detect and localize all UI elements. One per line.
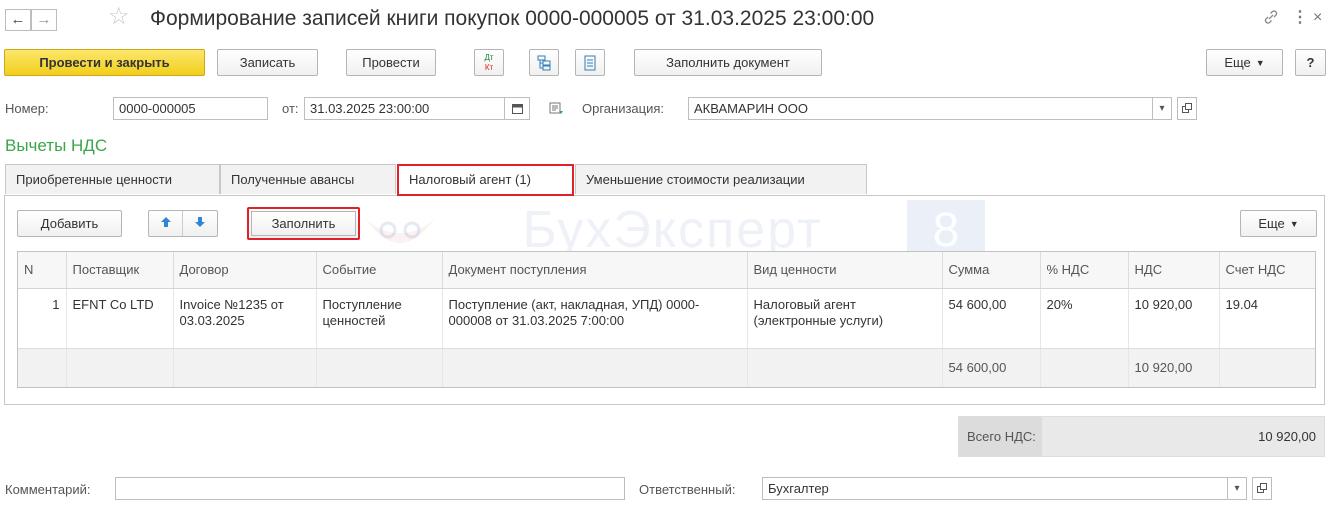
cell-n: 1 <box>18 288 67 349</box>
fill-button[interactable]: Заполнить <box>251 211 356 236</box>
help-button[interactable]: ? <box>1295 49 1326 76</box>
number-label: Номер: <box>5 101 49 116</box>
move-down-button[interactable] <box>183 211 217 236</box>
col-header-supplier[interactable]: Поставщик <box>66 252 174 289</box>
footer-vat: 10 920,00 <box>1128 348 1220 387</box>
organization-label: Организация: <box>582 101 665 116</box>
more-vertical-icon[interactable]: ⋮ <box>1292 9 1308 27</box>
add-row-button[interactable]: Добавить <box>17 210 122 237</box>
calendar-button[interactable] <box>504 97 530 120</box>
document-history-icon[interactable] <box>549 102 565 119</box>
tab-tax-agent[interactable]: Налоговый агент (1) <box>397 164 574 196</box>
post-and-close-button[interactable]: Провести и закрыть <box>4 49 205 76</box>
col-header-kind[interactable]: Вид ценности <box>747 252 943 289</box>
date-label: от: <box>282 101 299 116</box>
arrow-up-icon <box>160 217 171 227</box>
dt-kt-button[interactable]: Дт Кт <box>474 49 504 76</box>
page-title: Формирование записей книги покупок 0000-… <box>150 7 875 30</box>
table-more-button[interactable]: Еще ▼ <box>1240 210 1317 237</box>
section-title: Вычеты НДС <box>5 136 108 155</box>
total-vat-value: 10 920,00 <box>1258 429 1316 444</box>
arrow-right-icon: → <box>36 11 52 28</box>
arrow-down-icon <box>195 217 205 227</box>
arrow-left-icon: ← <box>10 11 26 28</box>
cell-supplier: EFNT Co LTD <box>66 288 174 349</box>
report-button[interactable] <box>575 49 605 76</box>
cell-vat: 10 920,00 <box>1128 288 1220 349</box>
organization-dropdown-button[interactable]: ▾ <box>1152 97 1172 120</box>
footer-sum: 54 600,00 <box>942 348 1041 387</box>
cell-vat-account: 19.04 <box>1219 288 1315 349</box>
cell-contract: Invoice №1235 от 03.03.2025 <box>173 288 317 349</box>
move-buttons <box>148 210 218 237</box>
structure-button[interactable] <box>529 49 559 76</box>
save-button[interactable]: Записать <box>217 49 318 76</box>
total-vat-label: Всего НДС: <box>967 429 1036 444</box>
fill-button-highlight: Заполнить <box>247 207 360 240</box>
col-header-n[interactable]: N <box>18 252 67 289</box>
cell-event: Поступление ценностей <box>316 288 443 349</box>
tab-received-advances[interactable]: Полученные авансы <box>220 164 396 194</box>
open-icon <box>1182 103 1192 113</box>
table-more-label: Еще <box>1258 216 1285 231</box>
move-up-button[interactable] <box>149 211 183 236</box>
number-field[interactable]: 0000-000005 <box>113 97 268 120</box>
chevron-down-icon: ▼ <box>1289 219 1299 229</box>
chevron-down-icon: ▾ <box>1234 483 1240 494</box>
comment-input[interactable] <box>115 477 625 500</box>
chevron-down-icon: ▼ <box>1255 58 1265 68</box>
table-row[interactable]: 1 EFNT Co LTD Invoice №1235 от 03.03.202… <box>18 288 1315 349</box>
fill-document-button[interactable]: Заполнить документ <box>634 49 822 76</box>
link-icon[interactable] <box>1263 9 1279 30</box>
col-header-vat-rate[interactable]: % НДС <box>1040 252 1129 289</box>
dt-kt-icon: Дт Кт <box>484 53 494 72</box>
organization-field[interactable]: АКВАМАРИН ООО <box>688 97 1153 120</box>
hierarchy-icon <box>537 55 551 71</box>
more-label: Еще <box>1224 55 1251 70</box>
tab-acquired-values[interactable]: Приобретенные ценности <box>5 164 220 194</box>
tab-sales-value-reduction[interactable]: Уменьшение стоимости реализации <box>575 164 867 194</box>
responsible-open-button[interactable] <box>1252 477 1272 500</box>
open-icon <box>1257 483 1267 493</box>
cell-vat-rate: 20% <box>1040 288 1129 349</box>
comment-label: Комментарий: <box>5 482 91 497</box>
close-icon[interactable]: × <box>1313 9 1322 27</box>
post-button[interactable]: Провести <box>346 49 436 76</box>
col-header-vat[interactable]: НДС <box>1128 252 1220 289</box>
responsible-label: Ответственный: <box>639 482 736 497</box>
col-header-contract[interactable]: Договор <box>173 252 317 289</box>
favorite-star-icon[interactable]: ☆ <box>108 4 130 30</box>
cell-document: Поступление (акт, накладная, УПД) 0000-0… <box>442 288 748 349</box>
responsible-field[interactable]: Бухгалтер <box>762 477 1228 500</box>
chevron-down-icon: ▾ <box>1159 103 1165 114</box>
back-button[interactable]: ← <box>5 9 31 31</box>
total-vat-box: Всего НДС: 10 920,00 <box>958 416 1325 457</box>
more-button[interactable]: Еще ▼ <box>1206 49 1283 76</box>
table-footer-row: 54 600,00 10 920,00 <box>18 348 1315 387</box>
forward-button[interactable]: → <box>31 9 57 31</box>
col-header-document[interactable]: Документ поступления <box>442 252 748 289</box>
organization-open-button[interactable] <box>1177 97 1197 120</box>
col-header-vat-account[interactable]: Счет НДС <box>1219 252 1315 289</box>
col-header-event[interactable]: Событие <box>316 252 443 289</box>
col-header-sum[interactable]: Сумма <box>942 252 1041 289</box>
table-header-row: N Поставщик Договор Событие Документ пос… <box>18 252 1315 289</box>
cell-kind: Налоговый агент (электронные услуги) <box>747 288 943 349</box>
calendar-icon <box>511 104 523 114</box>
cell-sum: 54 600,00 <box>942 288 1041 349</box>
date-field[interactable]: 31.03.2025 23:00:00 <box>304 97 505 120</box>
document-list-icon <box>584 55 596 71</box>
responsible-dropdown-button[interactable]: ▾ <box>1227 477 1247 500</box>
data-table: N Поставщик Договор Событие Документ пос… <box>17 251 1316 388</box>
